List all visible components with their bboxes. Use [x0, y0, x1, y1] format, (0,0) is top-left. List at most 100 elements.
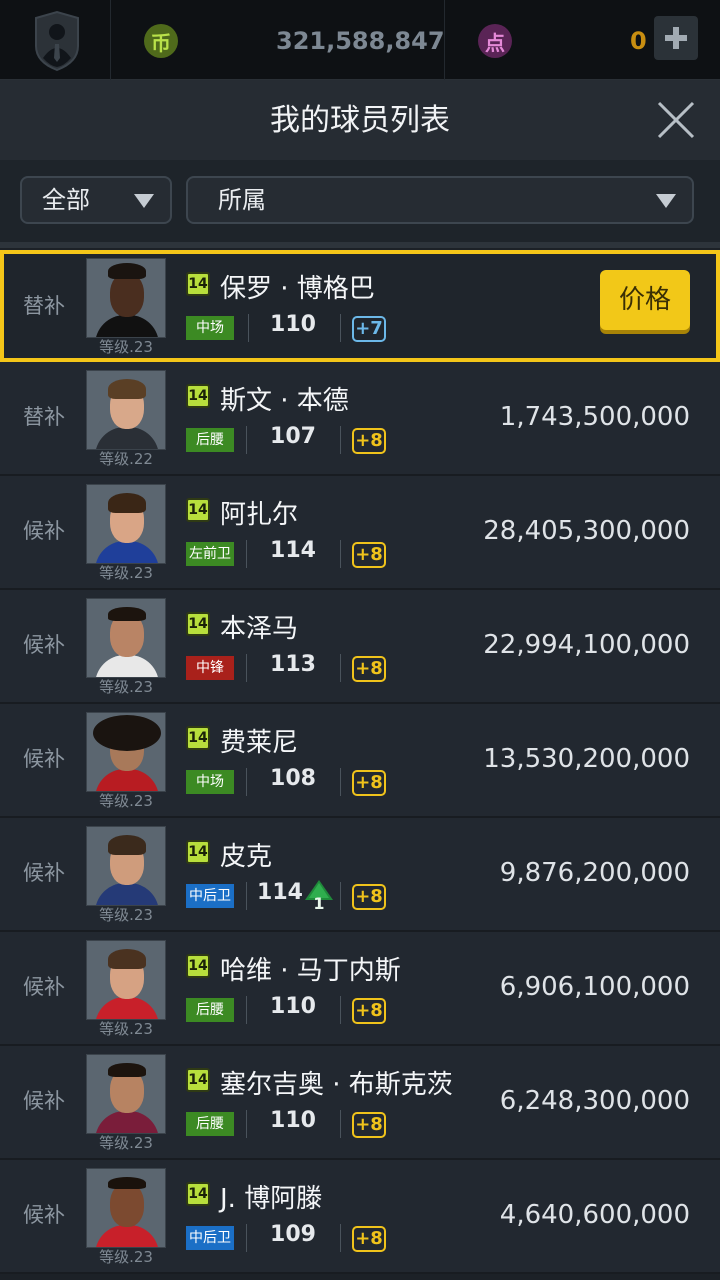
- player-level: 等级.23: [99, 1248, 153, 1266]
- currency-bar: 币 321,588,847 点 0: [0, 0, 720, 80]
- close-button[interactable]: [656, 100, 696, 140]
- add-points-button[interactable]: [654, 16, 698, 60]
- player-level: 等级.23: [99, 1020, 153, 1038]
- player-name: 斯文 · 本德: [220, 386, 349, 416]
- player-price: 9,876,200,000: [499, 858, 690, 888]
- player-rating: 110: [270, 994, 316, 1019]
- points-icon: 点: [478, 24, 512, 58]
- position-badge: 中后卫: [186, 884, 234, 908]
- player-status: 替补: [23, 294, 65, 318]
- player-price: 6,906,100,000: [499, 972, 690, 1002]
- player-photo: [86, 598, 166, 678]
- player-photo: [86, 826, 166, 906]
- season-badge: 14: [186, 612, 210, 636]
- chevron-down-icon: [134, 194, 154, 208]
- position-badge: 左前卫: [186, 542, 234, 566]
- player-photo: [86, 258, 166, 338]
- boost-badge: +8: [352, 884, 386, 910]
- category-select-value: 全部: [42, 186, 90, 214]
- boost-badge: +8: [352, 1112, 386, 1138]
- player-status: 候补: [23, 747, 65, 771]
- manager-icon: [35, 10, 79, 72]
- position-badge: 中后卫: [186, 1226, 234, 1250]
- player-level: 等级.23: [99, 792, 153, 810]
- boost-badge: +8: [352, 998, 386, 1024]
- affiliation-select-value: 所属: [218, 186, 266, 214]
- player-status: 替补: [23, 405, 65, 429]
- player-rating: 110: [270, 312, 316, 337]
- player-photo: [86, 1054, 166, 1134]
- page-title: 我的球员列表: [270, 103, 450, 138]
- player-name: 阿扎尔: [220, 500, 299, 530]
- player-status: 候补: [23, 519, 65, 543]
- close-icon: [657, 101, 695, 139]
- player-row[interactable]: 候补 等级.23 14 J. 博阿滕 中后卫 109 +8 4,640,600,…: [0, 1160, 720, 1274]
- player-row[interactable]: 候补 等级.23 14 阿扎尔 左前卫 114 +8 28,405,300,00…: [0, 476, 720, 590]
- player-price: 13,530,200,000: [483, 744, 690, 774]
- boost-badge: +8: [352, 1226, 386, 1252]
- player-rating: 107: [270, 424, 316, 449]
- player-row[interactable]: 候补 等级.23 14 本泽马 中锋 113 +8 22,994,100,000: [0, 590, 720, 704]
- player-name: 本泽马: [220, 614, 299, 644]
- player-row-selected[interactable]: 替补 等级.23 14 保罗 · 博格巴 中场 110 +7 价格: [0, 250, 720, 362]
- season-badge: 14: [186, 272, 210, 296]
- player-status: 候补: [23, 1089, 65, 1113]
- player-level: 等级.23: [99, 1134, 153, 1152]
- player-photo: [86, 370, 166, 450]
- coin-icon: 币: [144, 24, 178, 58]
- season-badge: 14: [186, 498, 210, 522]
- player-list: 替补 等级.23 14 保罗 · 博格巴 中场 110 +7 价格 替补 等级.…: [0, 250, 720, 1274]
- player-status: 候补: [23, 861, 65, 885]
- player-photo: [86, 484, 166, 564]
- player-name: 塞尔吉奥 · 布斯克茨: [220, 1070, 453, 1100]
- position-badge: 中场: [186, 770, 234, 794]
- player-name: 费莱尼: [220, 728, 299, 758]
- player-photo: [86, 940, 166, 1020]
- player-name: J. 博阿滕: [220, 1184, 323, 1214]
- player-rating: 110: [270, 1108, 316, 1133]
- player-row[interactable]: 候补 等级.23 14 哈维 · 马丁内斯 后腰 110 +8 6,906,10…: [0, 932, 720, 1046]
- player-name: 哈维 · 马丁内斯: [220, 956, 401, 986]
- coins-value: 321,588,847: [276, 27, 445, 55]
- player-name: 皮克: [220, 842, 273, 872]
- player-rating: 109: [270, 1222, 316, 1247]
- points-value: 0: [630, 27, 647, 55]
- position-badge: 中锋: [186, 656, 234, 680]
- position-badge: 中场: [186, 316, 234, 340]
- boost-badge: +8: [352, 656, 386, 682]
- boost-badge: +8: [352, 770, 386, 796]
- boost-badge: +7: [352, 316, 386, 342]
- season-badge: 14: [186, 1182, 210, 1206]
- plus-icon: [665, 27, 687, 49]
- season-badge: 14: [186, 840, 210, 864]
- player-price: 22,994,100,000: [483, 630, 690, 660]
- season-badge: 14: [186, 1068, 210, 1092]
- player-price: 6,248,300,000: [499, 1086, 690, 1116]
- player-row[interactable]: 替补 等级.22 14 斯文 · 本德 后腰 107 +8 1,743,500,…: [0, 362, 720, 476]
- player-row[interactable]: 候补 等级.23 14 塞尔吉奥 · 布斯克茨 后腰 110 +8 6,248,…: [0, 1046, 720, 1160]
- season-badge: 14: [186, 726, 210, 750]
- player-level: 等级.23: [99, 338, 153, 356]
- player-row[interactable]: 候补 等级.23 14 费莱尼 中场 108 +8 13,530,200,000: [0, 704, 720, 818]
- player-price: 28,405,300,000: [483, 516, 690, 546]
- player-rating: 114: [270, 538, 316, 563]
- manager-avatar[interactable]: [0, 0, 110, 80]
- boost-badge: +8: [352, 428, 386, 454]
- player-row[interactable]: 候补 等级.23 14 皮克 中后卫 114 1 +8 9,876,200,00…: [0, 818, 720, 932]
- player-photo: [86, 1168, 166, 1248]
- player-status: 候补: [23, 975, 65, 999]
- category-select[interactable]: 全部: [20, 176, 172, 224]
- player-rating: 113: [270, 652, 316, 677]
- player-status: 候补: [23, 633, 65, 657]
- season-badge: 14: [186, 954, 210, 978]
- player-level: 等级.22: [99, 450, 153, 468]
- player-level: 等级.23: [99, 564, 153, 582]
- player-price: 1,743,500,000: [499, 402, 690, 432]
- rating-change: 1: [313, 894, 325, 913]
- player-status: 候补: [23, 1203, 65, 1227]
- affiliation-select[interactable]: 所属: [186, 176, 694, 224]
- season-badge: 14: [186, 384, 210, 408]
- price-button[interactable]: 价格: [600, 270, 690, 330]
- position-badge: 后腰: [186, 1112, 234, 1136]
- player-rating: 114: [257, 880, 303, 905]
